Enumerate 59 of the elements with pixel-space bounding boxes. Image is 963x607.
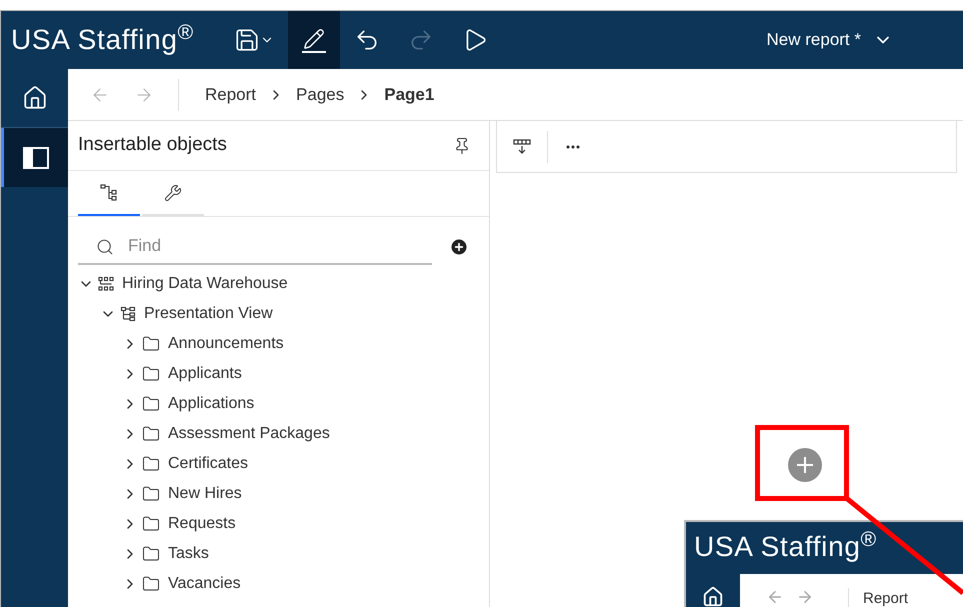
tree-item[interactable]: Announcements xyxy=(68,329,489,359)
tree-item[interactable]: Certificates xyxy=(68,449,489,479)
save-icon xyxy=(234,27,260,53)
tree-item[interactable]: Vacancies xyxy=(68,569,489,599)
panel-title: Insertable objects xyxy=(78,133,227,158)
table-insert-icon xyxy=(513,138,531,154)
tree-label: Hiring Data Warehouse xyxy=(122,274,288,294)
report-menu[interactable]: New report * xyxy=(766,11,893,69)
tree-item[interactable]: Applications xyxy=(68,389,489,419)
plus-icon xyxy=(796,456,814,474)
wrench-icon xyxy=(164,184,182,202)
logo: USA Staffing$^{®}$ xyxy=(693,526,878,564)
panel-toggle-button[interactable] xyxy=(1,128,68,187)
tree-label: New Hires xyxy=(168,484,242,504)
tree-item[interactable]: Assessment Packages xyxy=(68,419,489,449)
tree-label: Certificates xyxy=(168,454,248,474)
breadcrumb-link[interactable]: Report xyxy=(205,82,256,108)
breadcrumb-text: Report xyxy=(848,588,908,607)
search-field[interactable]: Find xyxy=(78,229,432,265)
folder-icon xyxy=(142,545,160,563)
folder-icon xyxy=(142,485,160,503)
folder-icon xyxy=(142,335,160,353)
folder-icon xyxy=(142,425,160,443)
tree-label: Applications xyxy=(168,394,254,414)
search-icon xyxy=(96,238,114,256)
home-icon xyxy=(22,85,48,111)
tree-label: Announcements xyxy=(168,334,284,354)
tree-label: Tasks xyxy=(168,544,209,564)
tree-item[interactable]: Hiring Data Warehouse xyxy=(68,269,489,299)
hierarchy-icon xyxy=(120,306,136,322)
tree-item[interactable]: Requests xyxy=(68,509,489,539)
logo: USA Staffing$^{®}$ xyxy=(10,20,195,57)
hierarchy-icon xyxy=(100,184,118,202)
tree-label: Presentation View xyxy=(144,304,273,324)
folder-icon xyxy=(142,515,160,533)
edit-button[interactable] xyxy=(288,11,340,69)
tree-label: Assessment Packages xyxy=(168,424,330,444)
side-panel-icon xyxy=(23,146,49,168)
folder-icon xyxy=(142,455,160,473)
pencil-icon xyxy=(302,28,325,50)
tree-item[interactable]: Presentation View xyxy=(68,299,489,329)
tree-item[interactable]: New Hires xyxy=(68,479,489,509)
tree-item[interactable]: Tasks xyxy=(68,539,489,569)
arrow-right-icon xyxy=(796,588,814,606)
tree-item[interactable]: Applicants xyxy=(68,359,489,389)
add-object-button[interactable] xyxy=(788,448,822,482)
tree-label: Applicants xyxy=(168,364,242,384)
home-icon xyxy=(702,586,724,607)
tree-label: Vacancies xyxy=(168,574,241,594)
tree-label: Requests xyxy=(168,514,236,534)
pin-icon[interactable] xyxy=(453,136,471,154)
more-icon xyxy=(566,144,580,148)
breadcrumb-link[interactable]: Page1 xyxy=(384,82,434,108)
folder-icon xyxy=(142,575,160,593)
folder-icon xyxy=(142,365,160,383)
add-icon[interactable] xyxy=(449,237,469,257)
folder-icon xyxy=(142,395,160,413)
breadcrumb-link[interactable]: Pages xyxy=(296,82,344,108)
data-module-icon xyxy=(98,276,114,292)
